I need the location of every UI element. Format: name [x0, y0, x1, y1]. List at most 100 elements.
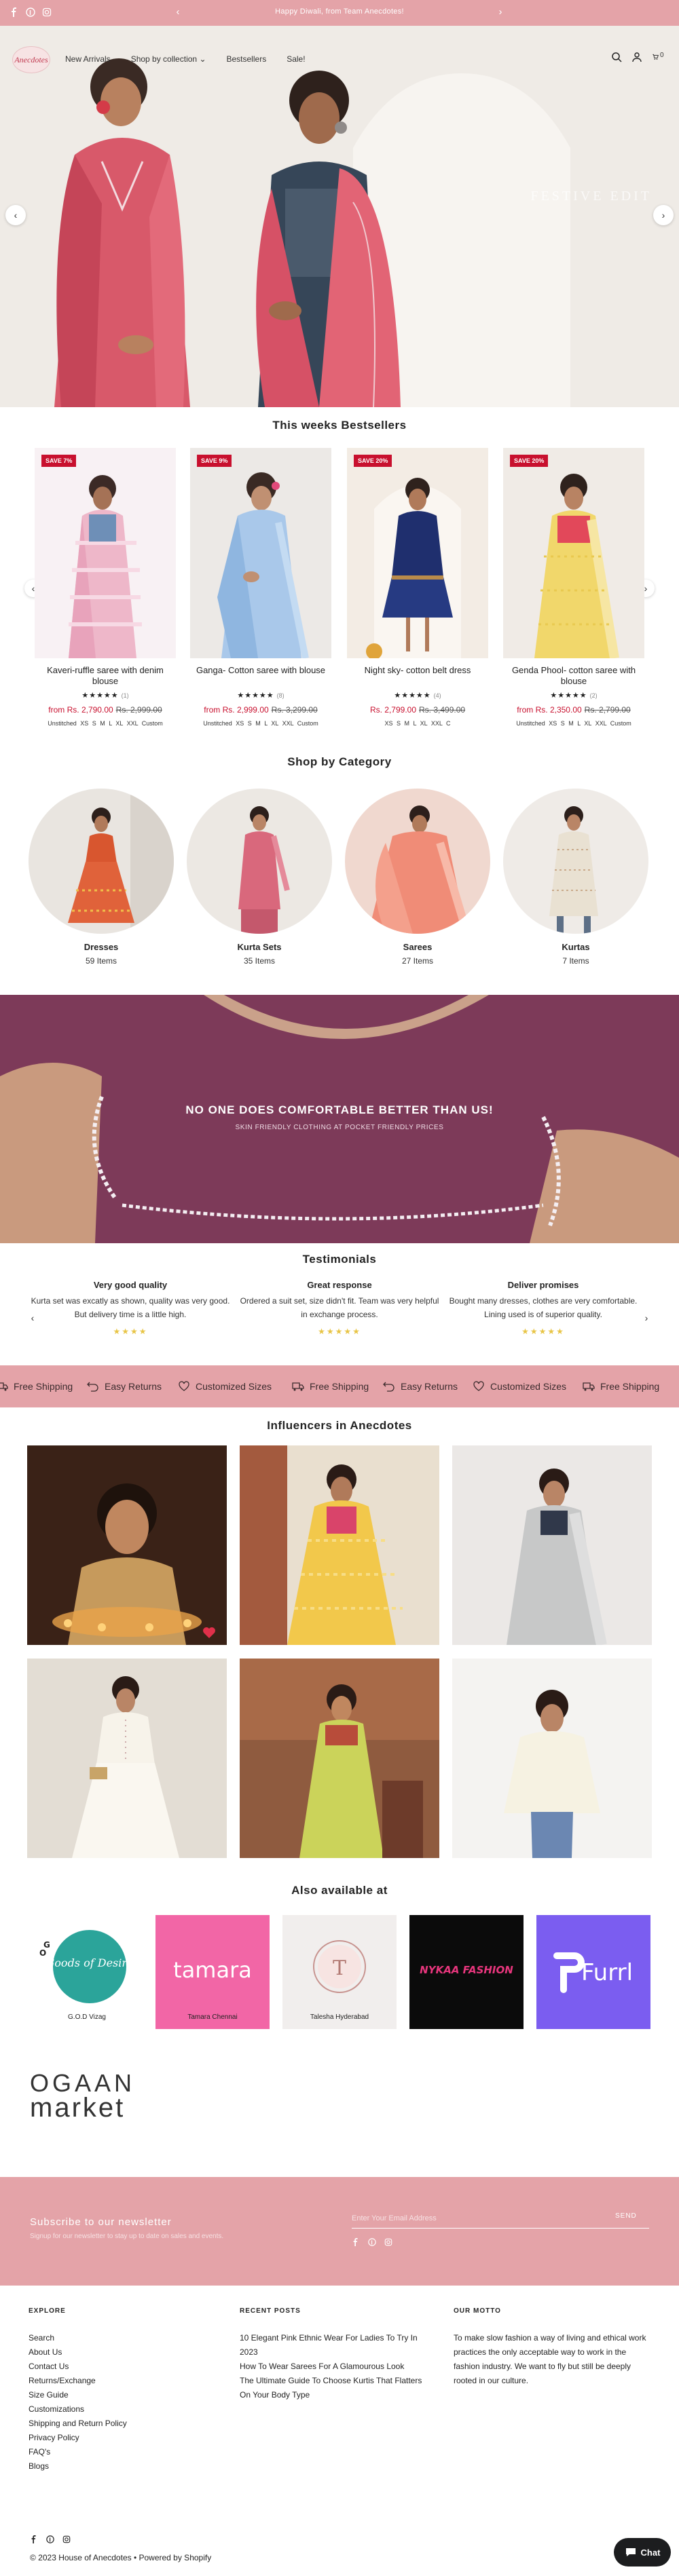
category-card-kurta-sets[interactable]: Kurta Sets 35 Items [187, 789, 332, 966]
footer-motto-text: To make slow fashion a way of living and… [454, 2333, 646, 2385]
newsletter-send-button[interactable]: SEND [615, 2212, 637, 2220]
footer-link-faqs[interactable]: FAQ's [29, 2445, 127, 2459]
category-card-kurtas[interactable]: Kurtas 7 Items [503, 789, 648, 966]
product-image[interactable]: SAVE 20% [347, 448, 488, 658]
product-title[interactable]: Genda Phool- cotton saree with blouse [503, 665, 644, 687]
testimonial-body: Bought many dresses, clothes are very co… [449, 1296, 638, 1319]
announcement-next-button[interactable]: › [494, 5, 507, 19]
cart-icon[interactable]: 0 [652, 52, 667, 62]
product-title[interactable]: Ganga- Cotton saree with blouse [190, 665, 331, 687]
marquee-label: Customized Sizes [196, 1381, 272, 1392]
facebook-icon[interactable] [352, 2238, 360, 2246]
nav-shop-by-collection[interactable]: Shop by collection ⌄ [131, 54, 206, 64]
footer-copyright: © 2023 House of Anecdotes • Powered by S… [30, 2553, 212, 2562]
product-image[interactable]: SAVE 20% [503, 448, 644, 658]
category-card-dresses[interactable]: Dresses 59 Items [29, 789, 174, 966]
size-options[interactable]: Unstitched XS S M L XL XXL Custom [190, 720, 331, 727]
product-card[interactable]: SAVE 20% Night sky- cotton belt dress ★★… [347, 448, 488, 727]
newsletter-social [352, 2238, 392, 2246]
footer-post-link[interactable]: How To Wear Sarees For A Glamourous Look [240, 2360, 428, 2374]
categories-title: Shop by Category [287, 755, 392, 768]
testimonial-stars: ★★★★★ [521, 1327, 565, 1336]
ogaan-logo[interactable]: OGAAN market [30, 2069, 136, 2122]
testimonial-card: Deliver promises Bought many dresses, cl… [441, 1280, 645, 1336]
instagram-icon[interactable] [62, 2535, 71, 2543]
footer-link-search[interactable]: Search [29, 2331, 127, 2345]
footer-post-link[interactable]: 10 Elegant Pink Ethnic Wear For Ladies T… [240, 2331, 428, 2360]
compare-price: Rs. 3,299.00 [271, 705, 318, 715]
hero-next-button[interactable]: › [653, 205, 674, 225]
category-name[interactable]: Kurtas [503, 942, 648, 952]
footer-post-link[interactable]: The Ultimate Guide To Choose Kurtis That… [240, 2374, 428, 2402]
marquee-item: Free Shipping [292, 1380, 369, 1393]
footer-link-size-guide[interactable]: Size Guide [29, 2388, 127, 2402]
discount-badge: SAVE 20% [354, 455, 392, 467]
size-options[interactable]: Unstitched XS S M L XL XXL Custom [35, 720, 176, 727]
hero-prev-button[interactable]: ‹ [5, 205, 26, 225]
influencer-photo[interactable] [452, 1659, 652, 1858]
footer-link-returns[interactable]: Returns/Exchange [29, 2374, 127, 2388]
chat-icon [625, 2546, 637, 2558]
influencer-photo[interactable] [27, 1445, 227, 1645]
category-card-sarees[interactable]: Sarees 27 Items [345, 789, 490, 966]
chat-button[interactable]: Chat [614, 2538, 671, 2566]
product-image[interactable]: SAVE 9% [190, 448, 331, 658]
banner-subtitle: SKIN FRIENDLY CLOTHING AT POCKET FRIENDL… [235, 1124, 444, 1131]
category-image[interactable] [503, 789, 648, 934]
footer-link-blogs[interactable]: Blogs [29, 2459, 127, 2474]
facebook-icon[interactable] [30, 2535, 38, 2543]
footer-link-privacy[interactable]: Privacy Policy [29, 2431, 127, 2445]
footer-link-about[interactable]: About Us [29, 2345, 127, 2360]
footer-link-shipping[interactable]: Shipping and Return Policy [29, 2417, 127, 2431]
product-title[interactable]: Night sky- cotton belt dress [347, 665, 488, 687]
marquee-item: Free Shipping [583, 1380, 659, 1393]
instagram-icon[interactable] [384, 2238, 392, 2246]
category-name[interactable]: Dresses [29, 942, 174, 952]
category-image[interactable] [345, 789, 490, 934]
product-title[interactable]: Kaveri-ruffle saree with denim blouse [35, 665, 176, 687]
nav-new-arrivals[interactable]: New Arrivals [65, 54, 111, 64]
footer-link-customizations[interactable]: Customizations [29, 2402, 127, 2417]
bestsellers-title: This weeks Bestsellers [272, 419, 407, 432]
pinterest-icon[interactable] [46, 2535, 54, 2543]
category-name[interactable]: Sarees [345, 942, 490, 952]
product-card[interactable]: SAVE 7% Kaveri-ruffle saree with denim b… [35, 448, 176, 727]
product-image[interactable]: SAVE 7% [35, 448, 176, 658]
account-icon[interactable] [631, 52, 642, 62]
category-image[interactable] [29, 789, 174, 934]
influencer-photo[interactable] [452, 1445, 652, 1645]
review-count: (4) [433, 692, 441, 699]
size-options[interactable]: Unstitched XS S M L XL XXL Custom [503, 720, 644, 727]
influencer-photo[interactable] [240, 1445, 439, 1645]
truck-icon [0, 1382, 8, 1391]
influencer-photo[interactable] [240, 1659, 439, 1858]
search-icon[interactable] [611, 52, 622, 62]
store-card-furrl[interactable]: Furrl [536, 1915, 650, 2029]
store-card-tamara[interactable]: tamara Tamara Chennai [155, 1915, 270, 2029]
product-card[interactable]: SAVE 9% Ganga- Cotton saree with blouse … [190, 448, 331, 727]
footer-explore-title: EXPLORE [29, 2307, 66, 2315]
store-brand: Goods of Desire [46, 1956, 134, 1969]
newsletter-email-input[interactable] [352, 2208, 649, 2229]
store-card-nykaa[interactable]: NYKAA FASHION [409, 1915, 524, 2029]
store-card-talesha[interactable]: T Talesha Hyderabad [282, 1915, 397, 2029]
hero-slideshow: FESTIVE EDIT Anecdotes New Arrivals Shop… [0, 26, 679, 407]
store-card-god[interactable]: Goods of Desire G O G.O.D Vizag [30, 1915, 144, 2029]
footer-link-contact[interactable]: Contact Us [29, 2360, 127, 2374]
category-image[interactable] [187, 789, 332, 934]
sale-price: from Rs. 2,790.00 [48, 705, 113, 715]
size-options[interactable]: XS S M L XL XXL C [347, 720, 488, 727]
heart-icon [473, 1381, 484, 1391]
pinterest-icon[interactable] [368, 2238, 376, 2246]
brand-logo[interactable]: Anecdotes [12, 46, 50, 73]
product-card[interactable]: SAVE 20% Genda Phool- cotton saree with … [503, 448, 644, 727]
influencer-photo[interactable] [27, 1659, 227, 1858]
nav-sale[interactable]: Sale! [287, 54, 305, 64]
marquee-label: Free Shipping [14, 1381, 73, 1392]
stars-icon: ★★★★★ [394, 692, 431, 700]
nav-bestsellers[interactable]: Bestsellers [227, 54, 267, 64]
ogaan-logo-line1: OGAAN [30, 2069, 136, 2097]
category-name[interactable]: Kurta Sets [187, 942, 332, 952]
marquee-label: Easy Returns [105, 1381, 162, 1392]
review-count: (2) [589, 692, 598, 699]
